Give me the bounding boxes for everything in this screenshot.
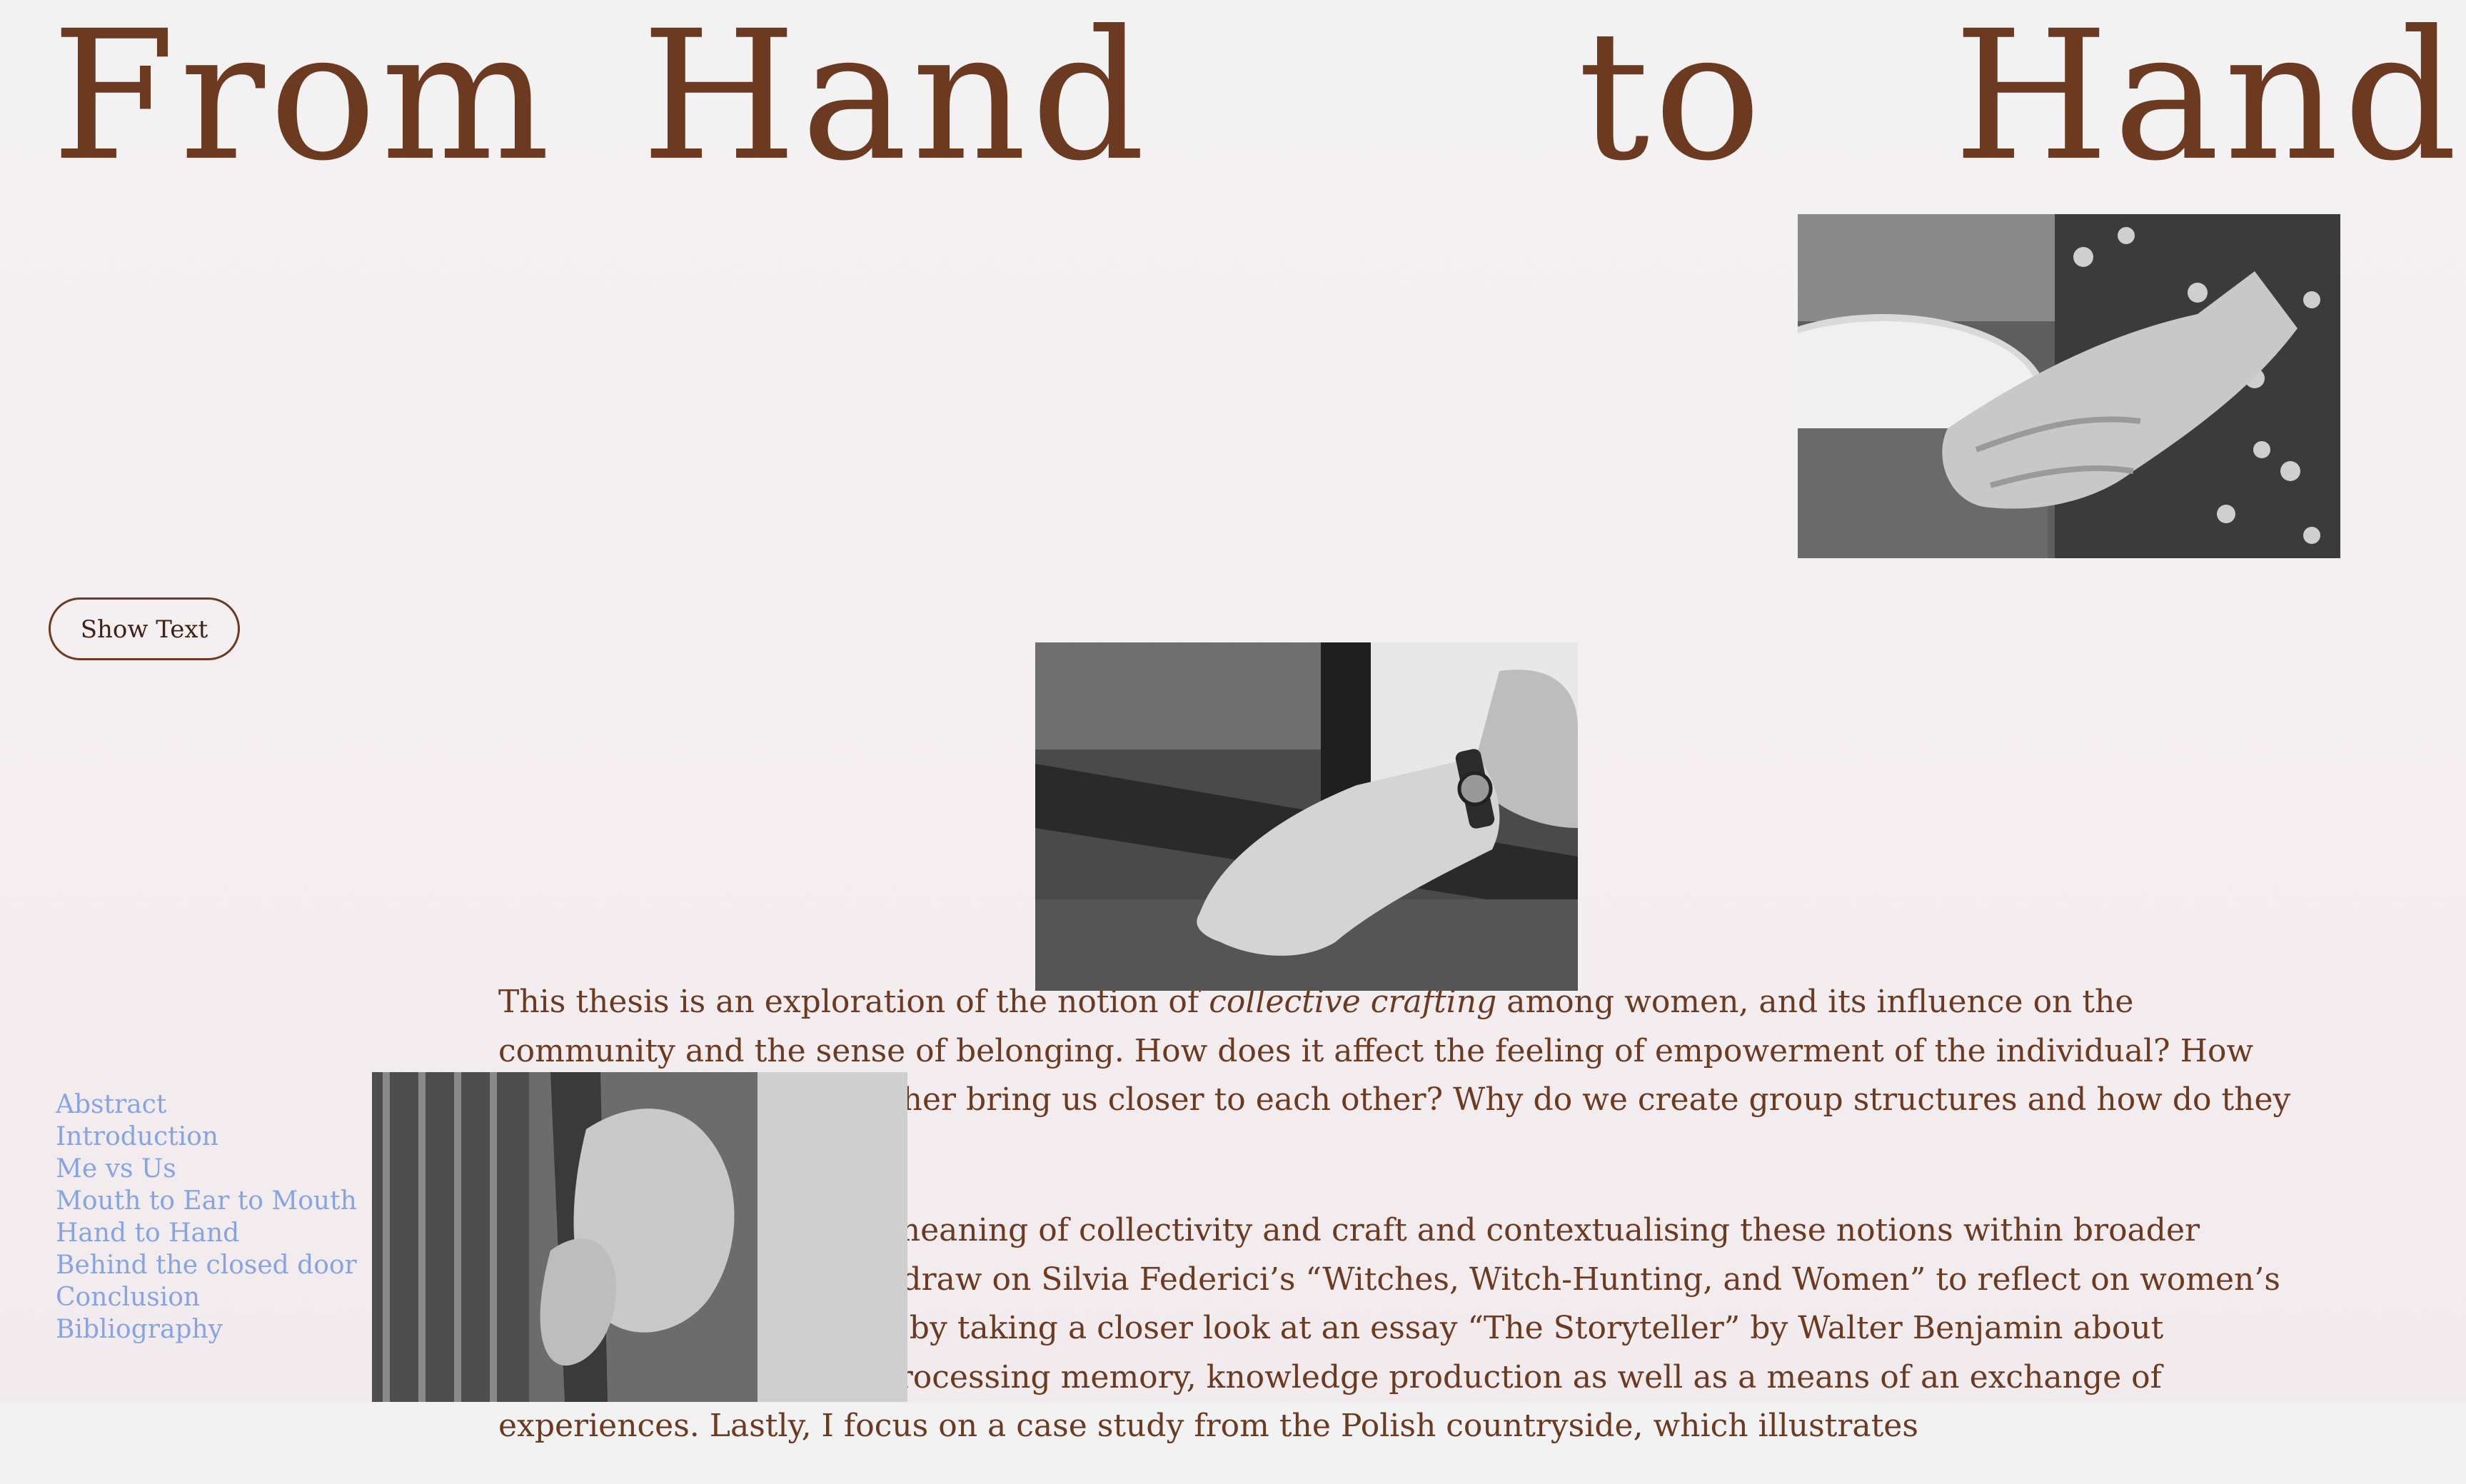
title-word-hand-2: Hand	[1953, 0, 2462, 200]
title-word-hand-1: Hand	[641, 0, 1150, 200]
toc-link-introduction[interactable]: Introduction	[56, 1122, 218, 1151]
show-text-button[interactable]: Show Text	[49, 597, 240, 660]
toc-item-me-vs-us[interactable]: Me vs Us	[56, 1153, 357, 1185]
toc-item-abstract[interactable]: Abstract	[56, 1089, 357, 1121]
hand-on-pot-photo	[1798, 214, 2340, 558]
hands-holding-stick-photo	[372, 1072, 907, 1402]
toc-link-conclusion[interactable]: Conclusion	[56, 1283, 200, 1312]
toc-item-conclusion[interactable]: Conclusion	[56, 1281, 357, 1313]
toc-item-bibliography[interactable]: Bibliography	[56, 1313, 357, 1346]
toc-link-abstract[interactable]: Abstract	[56, 1090, 166, 1119]
title-word-from: From	[51, 0, 555, 200]
hand-with-watch-photo	[1035, 642, 1578, 991]
title-word-to: to	[1578, 0, 1766, 200]
toc-link-behind-the-closed-door[interactable]: Behind the closed door	[56, 1251, 357, 1280]
toc-item-introduction[interactable]: Introduction	[56, 1121, 357, 1153]
toc-link-mouth-to-ear-to-mouth[interactable]: Mouth to Ear to Mouth	[56, 1186, 357, 1216]
toc-item-hand-to-hand[interactable]: Hand to Hand	[56, 1217, 357, 1249]
toc-item-behind-the-closed-door[interactable]: Behind the closed door	[56, 1249, 357, 1281]
toc-link-hand-to-hand[interactable]: Hand to Hand	[56, 1218, 239, 1248]
toc-item-mouth-to-ear-to-mouth[interactable]: Mouth to Ear to Mouth	[56, 1185, 357, 1217]
toc-link-me-vs-us[interactable]: Me vs Us	[56, 1154, 176, 1183]
table-of-contents-nav: Abstract Introduction Me vs Us Mouth to …	[56, 1089, 357, 1346]
toc-link-bibliography[interactable]: Bibliography	[56, 1315, 223, 1344]
